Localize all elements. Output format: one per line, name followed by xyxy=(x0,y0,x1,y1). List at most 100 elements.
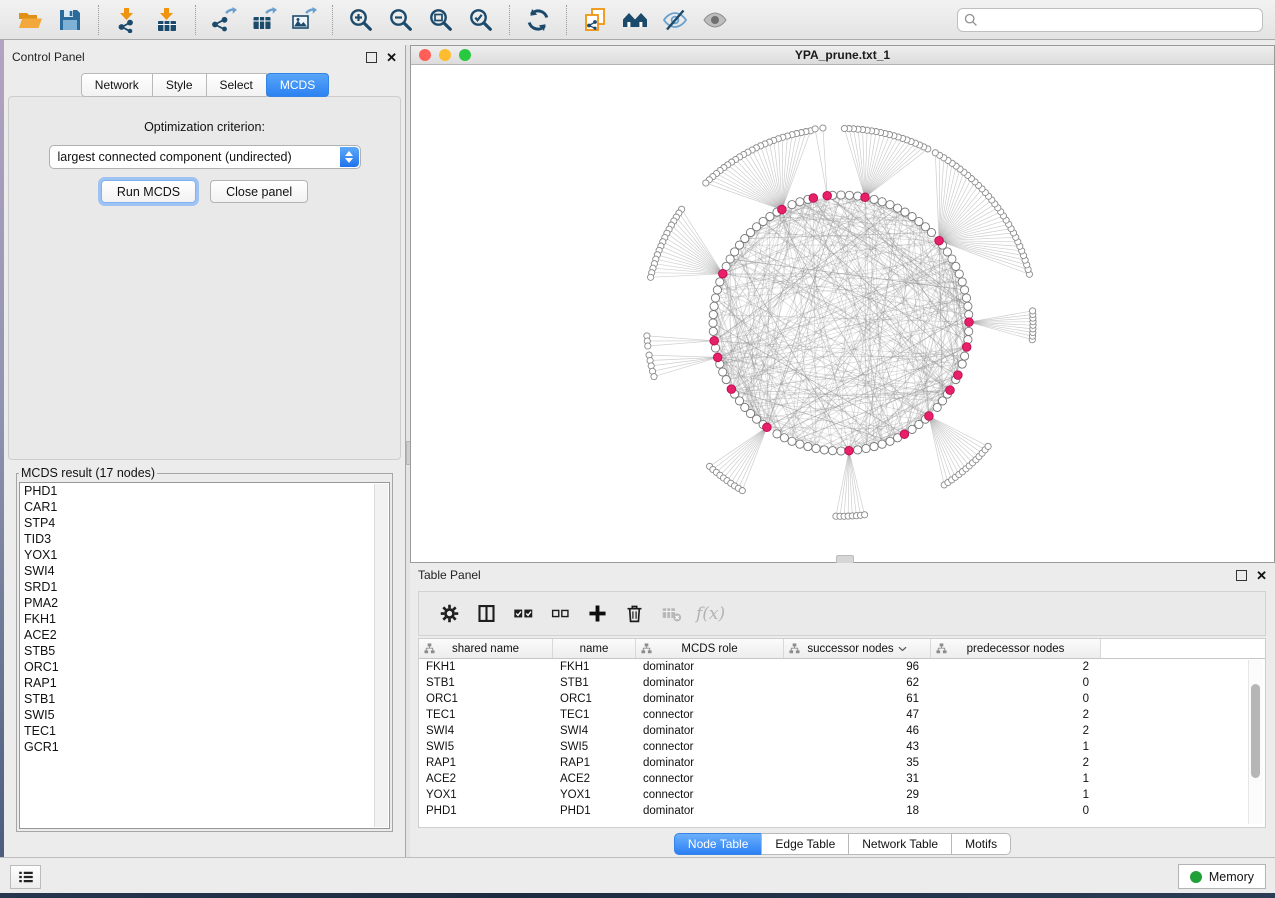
mcds-node[interactable] xyxy=(710,337,719,346)
table-row[interactable]: FKH1FKH1dominator962 xyxy=(419,659,1265,675)
network-node[interactable] xyxy=(886,201,894,209)
zoom-in-button[interactable] xyxy=(341,3,381,37)
float-panel-icon[interactable] xyxy=(366,52,377,63)
mcds-result-item[interactable]: STB5 xyxy=(20,643,389,659)
mcds-node[interactable] xyxy=(954,371,963,380)
table-row[interactable]: SWI4SWI4dominator462 xyxy=(419,723,1265,739)
network-node[interactable] xyxy=(812,444,820,452)
tab-style[interactable]: Style xyxy=(152,73,207,97)
network-node[interactable] xyxy=(878,440,886,448)
mcds-node[interactable] xyxy=(713,353,722,362)
run-mcds-button[interactable]: Run MCDS xyxy=(101,180,196,203)
network-node[interactable] xyxy=(962,294,970,302)
network-leaf-node[interactable] xyxy=(651,374,657,380)
network-node[interactable] xyxy=(788,201,796,209)
duplicate-network-button[interactable] xyxy=(575,3,615,37)
network-node[interactable] xyxy=(796,440,804,448)
network-node[interactable] xyxy=(894,204,902,212)
network-leaf-node[interactable] xyxy=(932,150,938,156)
network-node[interactable] xyxy=(964,302,972,310)
network-leaf-node[interactable] xyxy=(645,343,651,349)
mcds-result-item[interactable]: STB1 xyxy=(20,691,389,707)
mcds-node[interactable] xyxy=(778,205,787,214)
search-box[interactable] xyxy=(957,8,1263,32)
mcds-result-item[interactable]: CAR1 xyxy=(20,499,389,515)
network-node[interactable] xyxy=(837,191,845,199)
zoom-selected-button[interactable] xyxy=(461,3,501,37)
network-node[interactable] xyxy=(726,255,734,263)
deselect-all-button[interactable] xyxy=(542,597,579,631)
network-node[interactable] xyxy=(965,327,973,335)
table-row[interactable]: STB1STB1dominator620 xyxy=(419,675,1265,691)
table-row[interactable]: TEC1TEC1connector472 xyxy=(419,707,1265,723)
network-leaf-node[interactable] xyxy=(812,126,818,132)
network-node[interactable] xyxy=(870,443,878,451)
zoom-fit-button[interactable] xyxy=(421,3,461,37)
show-panels-button[interactable] xyxy=(10,865,41,889)
network-leaf-node[interactable] xyxy=(841,125,847,131)
table-row[interactable]: SWI5SWI5connector431 xyxy=(419,739,1265,755)
column-header-predecessor-nodes[interactable]: predecessor nodes xyxy=(931,639,1101,658)
network-leaf-node[interactable] xyxy=(1030,308,1036,314)
mcds-result-item[interactable]: PHD1 xyxy=(20,483,389,499)
tab-mcds[interactable]: MCDS xyxy=(266,73,329,97)
tab-node-table[interactable]: Node Table xyxy=(674,833,763,855)
mcds-result-item[interactable]: SWI4 xyxy=(20,563,389,579)
tab-select[interactable]: Select xyxy=(206,73,267,97)
mcds-node[interactable] xyxy=(763,423,772,432)
network-node[interactable] xyxy=(773,430,781,438)
mcds-result-item[interactable]: ACE2 xyxy=(20,627,389,643)
network-node[interactable] xyxy=(886,437,894,445)
network-node[interactable] xyxy=(796,198,804,206)
mcds-result-item[interactable]: ORC1 xyxy=(20,659,389,675)
tab-motifs[interactable]: Motifs xyxy=(951,833,1011,855)
settings-button[interactable] xyxy=(431,597,468,631)
network-canvas[interactable] xyxy=(411,64,1274,561)
network-node[interactable] xyxy=(955,270,963,278)
memory-button[interactable]: Memory xyxy=(1178,864,1266,889)
table-row[interactable]: RAP1RAP1dominator352 xyxy=(419,755,1265,771)
network-node[interactable] xyxy=(716,278,724,286)
select-all-button[interactable] xyxy=(505,597,542,631)
mcds-node[interactable] xyxy=(861,193,870,202)
tab-network-table[interactable]: Network Table xyxy=(848,833,952,855)
network-node[interactable] xyxy=(829,447,837,455)
mcds-node[interactable] xyxy=(823,191,832,200)
mcds-node[interactable] xyxy=(925,412,934,421)
hide-selected-button[interactable] xyxy=(655,3,695,37)
show-all-button[interactable] xyxy=(695,3,735,37)
mcds-list-scrollbar[interactable] xyxy=(374,484,388,827)
mcds-node[interactable] xyxy=(935,236,944,245)
network-node[interactable] xyxy=(958,278,966,286)
network-leaf-node[interactable] xyxy=(820,125,826,131)
column-header-shared-name[interactable]: shared name xyxy=(419,639,553,658)
float-table-panel-icon[interactable] xyxy=(1236,570,1247,581)
network-leaf-node[interactable] xyxy=(703,180,709,186)
first-neighbors-button[interactable] xyxy=(615,3,655,37)
table-row[interactable]: YOX1YOX1connector291 xyxy=(419,787,1265,803)
network-node[interactable] xyxy=(780,434,788,442)
network-node[interactable] xyxy=(862,444,870,452)
tab-edge-table[interactable]: Edge Table xyxy=(761,833,849,855)
import-network-button[interactable] xyxy=(107,3,147,37)
tab-network[interactable]: Network xyxy=(81,73,153,97)
import-table-button[interactable] xyxy=(147,3,187,37)
mcds-node[interactable] xyxy=(900,430,909,439)
network-titlebar[interactable]: YPA_prune.txt_1 xyxy=(411,46,1274,65)
export-table-button[interactable] xyxy=(244,3,284,37)
mcds-result-item[interactable]: RAP1 xyxy=(20,675,389,691)
network-node[interactable] xyxy=(845,191,853,199)
mcds-node[interactable] xyxy=(962,343,971,352)
network-node[interactable] xyxy=(804,443,812,451)
table-row[interactable]: ACE2ACE2connector311 xyxy=(419,771,1265,787)
network-node[interactable] xyxy=(710,302,718,310)
network-node[interactable] xyxy=(820,446,828,454)
network-leaf-node[interactable] xyxy=(739,488,745,494)
network-leaf-node[interactable] xyxy=(648,274,654,280)
table-scrollbar[interactable] xyxy=(1248,660,1263,824)
table-row[interactable]: ORC1ORC1dominator610 xyxy=(419,691,1265,707)
delete-columns-button[interactable] xyxy=(616,597,653,631)
network-node[interactable] xyxy=(854,446,862,454)
show-columns-button[interactable] xyxy=(468,597,505,631)
network-node[interactable] xyxy=(709,311,717,319)
